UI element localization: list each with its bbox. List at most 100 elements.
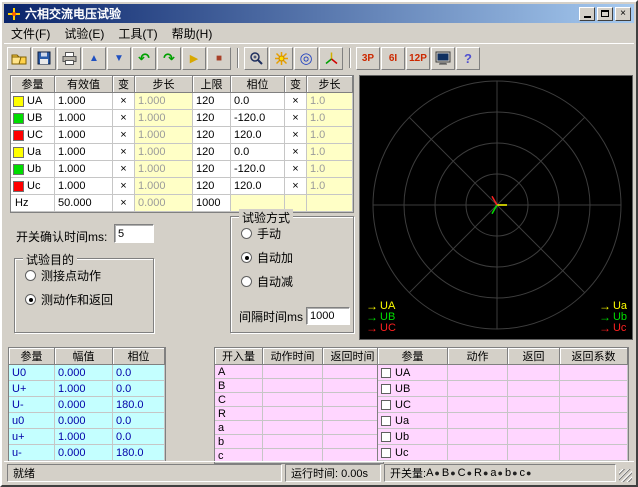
maximize-button[interactable] bbox=[597, 7, 613, 21]
display-button[interactable] bbox=[431, 47, 455, 70]
limit-cell[interactable]: 120 bbox=[193, 110, 231, 127]
radio-auto-decrease[interactable]: 自动减 bbox=[241, 274, 353, 289]
scope-button[interactable]: ◎ bbox=[294, 47, 318, 70]
col-param: 参量 bbox=[11, 76, 55, 93]
mode-6i-button[interactable]: 6I bbox=[381, 47, 405, 70]
var-toggle[interactable]: × bbox=[285, 110, 307, 127]
mode-12p-button[interactable]: 12P bbox=[406, 47, 430, 70]
step-up-button[interactable]: ▲ bbox=[82, 47, 106, 70]
checkbox[interactable] bbox=[381, 384, 391, 394]
action-cell bbox=[448, 445, 508, 461]
limit-cell[interactable]: 120 bbox=[193, 178, 231, 195]
start-button[interactable]: ▶ bbox=[182, 47, 206, 70]
value-cell[interactable]: 1.000 bbox=[55, 144, 113, 161]
menu-help[interactable]: 帮助(H) bbox=[165, 24, 220, 43]
radio-manual[interactable]: 手动 bbox=[241, 226, 353, 241]
var-toggle[interactable]: × bbox=[113, 93, 135, 110]
switches-label: 开关量: bbox=[390, 465, 426, 481]
minimize-button[interactable] bbox=[579, 7, 595, 21]
checkbox[interactable] bbox=[381, 432, 391, 442]
zoom-button[interactable] bbox=[244, 47, 268, 70]
value-cell[interactable]: 1.000 bbox=[55, 93, 113, 110]
limit-cell[interactable]: 120 bbox=[193, 161, 231, 178]
phase-cell[interactable]: -120.0 bbox=[231, 161, 285, 178]
open-button[interactable] bbox=[7, 47, 31, 70]
flash-button[interactable] bbox=[269, 47, 293, 70]
var-toggle[interactable]: × bbox=[113, 110, 135, 127]
menu-file[interactable]: 文件(F) bbox=[4, 24, 57, 43]
value-cell[interactable]: 50.000 bbox=[55, 195, 113, 212]
switch-indicator: ● bbox=[434, 468, 439, 478]
var-toggle[interactable]: × bbox=[113, 161, 135, 178]
digital-input-table: 开入量 动作时间 返回时间 A B C R a b c bbox=[214, 347, 384, 464]
limit-cell[interactable]: 120 bbox=[193, 127, 231, 144]
test-mode-group: 试验方式 手动 自动加 自动减 间隔时间ms bbox=[230, 216, 354, 333]
ratio-cell bbox=[560, 413, 628, 429]
value-cell[interactable]: 1.000 bbox=[55, 127, 113, 144]
var-toggle[interactable]: × bbox=[285, 127, 307, 144]
menu-test[interactable]: 试验(E) bbox=[57, 24, 111, 43]
confirm-time-input[interactable] bbox=[114, 224, 154, 243]
menu-tools[interactable]: 工具(T) bbox=[111, 24, 164, 43]
act-row-UA: UA bbox=[378, 365, 628, 381]
value-cell[interactable]: 1.000 bbox=[55, 178, 113, 195]
printer-icon bbox=[62, 52, 77, 65]
checkbox[interactable] bbox=[381, 400, 391, 410]
step-cell: 1.000 bbox=[135, 110, 193, 127]
checkbox[interactable] bbox=[381, 368, 391, 378]
act-row-UC: UC bbox=[378, 397, 628, 413]
var-toggle[interactable]: × bbox=[113, 178, 135, 195]
radio-contact-action[interactable]: 测接点动作 bbox=[25, 268, 153, 283]
radio-auto-increase[interactable]: 自动加 bbox=[241, 250, 353, 265]
step-cell: 1.000 bbox=[135, 178, 193, 195]
limit-cell[interactable]: 1000 bbox=[193, 195, 231, 212]
stop-button[interactable]: ■ bbox=[207, 47, 231, 70]
resize-grip[interactable] bbox=[619, 469, 632, 482]
var-toggle[interactable]: × bbox=[285, 144, 307, 161]
mode-3p-button[interactable]: 3P bbox=[356, 47, 380, 70]
phase-cell[interactable]: 120.0 bbox=[231, 178, 285, 195]
interval-input[interactable] bbox=[306, 307, 350, 325]
legend-lower-phases: →Ua →Ub →Uc bbox=[599, 301, 627, 334]
redo-arrow-icon: ↷ bbox=[163, 50, 175, 67]
undo-button[interactable]: ↶ bbox=[132, 47, 156, 70]
var-toggle[interactable]: × bbox=[285, 161, 307, 178]
maximize-icon bbox=[601, 10, 609, 17]
limit-cell[interactable]: 120 bbox=[193, 93, 231, 110]
action-cell bbox=[448, 429, 508, 445]
step-cell: 1.000 bbox=[135, 144, 193, 161]
phasor-button[interactable] bbox=[319, 47, 343, 70]
redo-button[interactable]: ↷ bbox=[157, 47, 181, 70]
var-toggle[interactable]: × bbox=[285, 178, 307, 195]
value-cell[interactable]: 1.000 bbox=[55, 110, 113, 127]
6i-icon: 6I bbox=[389, 53, 397, 64]
var-toggle[interactable]: × bbox=[113, 195, 135, 212]
close-button[interactable]: × bbox=[615, 7, 631, 21]
help-button[interactable]: ? bbox=[456, 47, 480, 70]
col-value: 有效值 bbox=[55, 76, 113, 93]
test-purpose-group: 试验目的 测接点动作 测动作和返回 bbox=[14, 258, 154, 333]
var-toggle[interactable]: × bbox=[113, 127, 135, 144]
radio-action-and-return[interactable]: 测动作和返回 bbox=[25, 292, 153, 307]
title-bar[interactable]: 六相交流电压试验 × bbox=[4, 4, 634, 23]
phase-cell[interactable]: -120.0 bbox=[231, 110, 285, 127]
print-button[interactable] bbox=[57, 47, 81, 70]
vector-arrow-icon: → bbox=[366, 323, 378, 334]
step-down-button[interactable]: ▼ bbox=[107, 47, 131, 70]
sequence-table-header: 参量 幅值 相位 bbox=[9, 348, 165, 365]
value-cell[interactable]: 1.000 bbox=[55, 161, 113, 178]
phase-cell[interactable]: 0.0 bbox=[231, 93, 285, 110]
var-toggle[interactable]: × bbox=[285, 93, 307, 110]
seq-row-uplus: u+1.0000.0 bbox=[9, 429, 165, 445]
var-toggle[interactable]: × bbox=[113, 144, 135, 161]
phase-cell[interactable]: 120.0 bbox=[231, 127, 285, 144]
polar-grid bbox=[360, 76, 632, 339]
vector-arrow-icon: → bbox=[599, 323, 611, 334]
phase-cell[interactable]: 0.0 bbox=[231, 144, 285, 161]
checkbox[interactable] bbox=[381, 448, 391, 458]
sun-icon bbox=[274, 51, 289, 66]
checkbox[interactable] bbox=[381, 416, 391, 426]
limit-cell[interactable]: 120 bbox=[193, 144, 231, 161]
act-row-Uc: Uc bbox=[378, 445, 628, 461]
save-button[interactable] bbox=[32, 47, 56, 70]
